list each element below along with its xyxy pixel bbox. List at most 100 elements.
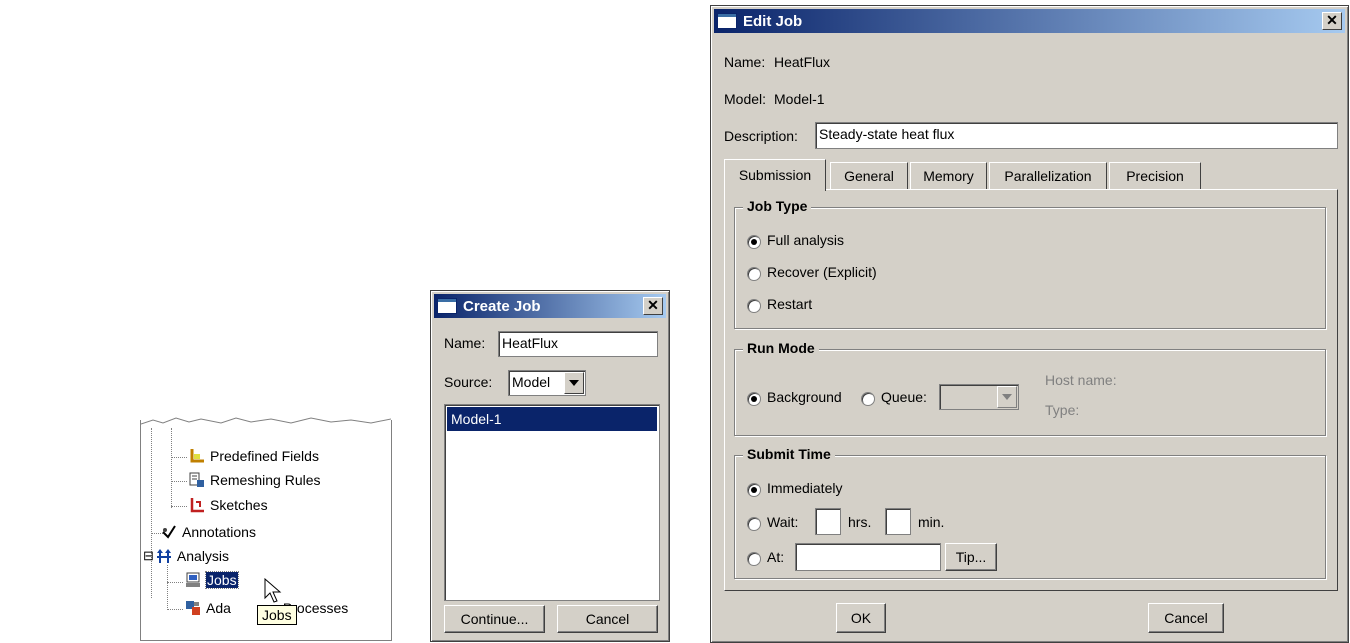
sketches-icon — [189, 497, 205, 513]
source-label: Source: — [444, 374, 493, 390]
radio-immediately[interactable] — [747, 483, 761, 497]
edit-job-dialog: Edit Job ✕ Name: HeatFlux Model: Model-1… — [710, 5, 1349, 643]
remeshing-rules-icon — [189, 472, 205, 488]
list-item[interactable]: Model-1 — [447, 407, 657, 431]
radio-button[interactable] — [747, 267, 761, 281]
tree-line — [171, 481, 187, 482]
tree-item-label: Sketches — [210, 497, 268, 513]
group-title: Job Type — [743, 198, 812, 214]
wait-minutes-input[interactable] — [885, 508, 911, 535]
job-name-input[interactable]: HeatFlux — [498, 331, 658, 357]
tree-item-remeshing-rules[interactable]: Remeshing Rules — [189, 472, 321, 488]
tooltip: Jobs — [257, 605, 297, 625]
dialog-title: Edit Job — [743, 12, 803, 30]
radio-wait[interactable] — [747, 517, 761, 531]
tab-submission[interactable]: Submission — [724, 159, 826, 191]
tab-memory[interactable]: Memory — [910, 162, 987, 189]
cancel-button[interactable]: Cancel — [557, 605, 658, 633]
tree-item-label: Annotations — [182, 524, 256, 540]
edit-job-titlebar[interactable]: Edit Job ✕ — [714, 9, 1345, 33]
torn-edge — [141, 414, 391, 425]
tree-item-jobs[interactable]: Jobs — [185, 571, 239, 589]
tab-general[interactable]: General — [830, 162, 908, 189]
immediately-label: Immediately — [767, 480, 843, 496]
host-name-label: Host name: — [1045, 372, 1117, 388]
collapse-icon[interactable]: ⊟ — [143, 548, 154, 564]
tab-precision[interactable]: Precision — [1109, 162, 1201, 189]
radio-background[interactable] — [747, 392, 761, 406]
name-label: Name: — [724, 54, 766, 70]
chevron-down-icon — [997, 386, 1017, 408]
submit-time-group: Submit Time Immediately Wait: hrs. min. … — [734, 446, 1326, 579]
model-label: Model: — [724, 91, 767, 107]
queue-select[interactable] — [939, 384, 1019, 410]
tab-label: Precision — [1126, 168, 1184, 184]
wait-label: Wait: — [767, 514, 799, 530]
tab-label: Submission — [738, 167, 812, 183]
description-label: Description: — [724, 128, 798, 144]
list-item-label: Model-1 — [451, 411, 502, 427]
group-title: Run Mode — [743, 340, 819, 356]
min-label: min. — [918, 514, 945, 530]
mouse-cursor-icon — [264, 578, 282, 603]
model-value: Model-1 — [774, 91, 825, 107]
tree-item-predefined-fields[interactable]: Predefined Fields — [189, 448, 319, 464]
annotations-icon — [161, 524, 177, 540]
tree-line — [167, 609, 183, 610]
continue-button[interactable]: Continue... — [444, 605, 545, 633]
radio-button[interactable] — [747, 235, 761, 249]
tree-line — [171, 506, 187, 507]
background-label: Background — [767, 389, 842, 405]
source-select[interactable]: Model — [508, 370, 586, 396]
window-icon — [717, 13, 737, 29]
ok-button[interactable]: OK — [836, 603, 886, 633]
tree-item-annotations[interactable]: Annotations — [161, 524, 256, 540]
at-label: At: — [767, 549, 785, 565]
tree-item-label: Ada — [206, 600, 231, 616]
tree-item-label: Analysis — [176, 548, 230, 564]
wait-hours-input[interactable] — [815, 508, 841, 535]
tree-item-analysis[interactable]: ⊟ Analysis — [143, 548, 229, 564]
submission-panel: Job Type Full analysis Recover (Explicit… — [724, 189, 1338, 591]
chevron-down-icon[interactable] — [564, 372, 584, 394]
dialog-title: Create Job — [463, 297, 541, 315]
at-time-input[interactable] — [795, 543, 941, 571]
close-icon[interactable]: ✕ — [1322, 12, 1342, 30]
tip-button[interactable]: Tip... — [945, 543, 997, 571]
tab-parallelization[interactable]: Parallelization — [989, 162, 1107, 189]
model-tree: Predefined Fields Remeshing Rules Sketch… — [140, 414, 392, 641]
radio-queue[interactable] — [861, 392, 875, 406]
radio-button[interactable] — [747, 299, 761, 313]
cancel-button[interactable]: Cancel — [1148, 603, 1224, 633]
tree-line — [151, 428, 152, 598]
adaptivity-processes-icon — [185, 600, 201, 616]
tree-line — [167, 565, 168, 610]
close-icon[interactable]: ✕ — [643, 297, 663, 315]
tree-item-sketches[interactable]: Sketches — [189, 497, 268, 513]
window-icon — [437, 298, 457, 314]
description-input[interactable]: Steady-state heat flux — [815, 122, 1338, 149]
tooltip-text: Jobs — [262, 607, 292, 623]
hrs-label: hrs. — [848, 514, 872, 530]
radio-label: Restart — [767, 296, 813, 312]
type-label: Type: — [1045, 402, 1080, 418]
tab-bar: Submission General Memory Parallelizatio… — [724, 159, 1324, 191]
radio-at[interactable] — [747, 552, 761, 566]
tree-line — [167, 582, 183, 583]
radio-label: Full analysis — [767, 232, 845, 248]
model-list[interactable]: Model-1 — [444, 404, 660, 601]
create-job-dialog: Create Job ✕ Name: HeatFlux Source: Mode… — [430, 290, 670, 642]
predefined-fields-icon — [189, 448, 205, 464]
tree-line — [171, 428, 172, 508]
tab-label: General — [844, 168, 894, 184]
tree-line — [171, 457, 187, 458]
group-title: Submit Time — [743, 446, 835, 462]
job-type-group: Job Type Full analysis Recover (Explicit… — [734, 198, 1326, 329]
tab-label: Parallelization — [1004, 168, 1092, 184]
create-job-titlebar[interactable]: Create Job ✕ — [434, 294, 666, 318]
name-label: Name: — [444, 335, 486, 351]
radio-label: Recover (Explicit) — [767, 264, 877, 280]
tree-item-label: Predefined Fields — [210, 448, 319, 464]
tree-item-label: Remeshing Rules — [210, 472, 321, 488]
run-mode-group: Run Mode Background Queue: Host name: Ty… — [734, 340, 1326, 436]
